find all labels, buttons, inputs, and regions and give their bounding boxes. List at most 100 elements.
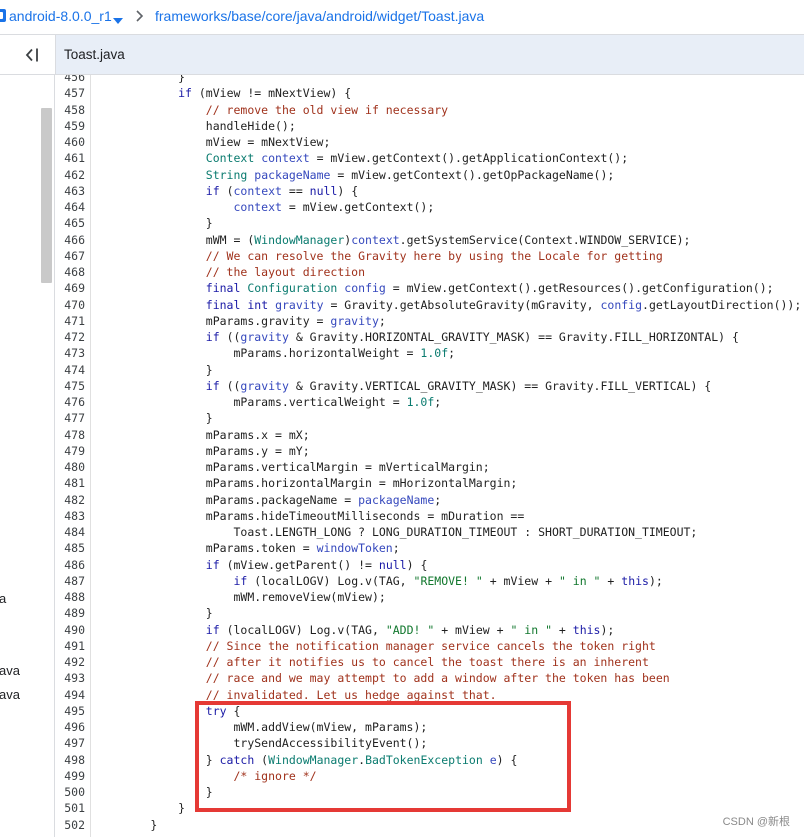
line-number[interactable]: 483 <box>55 508 85 524</box>
code-token: " in " <box>558 573 601 588</box>
code-line: 477 } <box>55 410 804 426</box>
line-number[interactable]: 501 <box>55 800 85 816</box>
code-token: // invalidated. Let us hedge against tha… <box>205 687 497 702</box>
line-number[interactable]: 484 <box>55 524 85 540</box>
line-number[interactable]: 464 <box>55 199 85 215</box>
branch-icon[interactable] <box>0 8 7 23</box>
line-number[interactable]: 478 <box>55 427 85 443</box>
line-number[interactable]: 498 <box>55 752 85 768</box>
code-token: null <box>378 557 407 572</box>
line-number[interactable]: 485 <box>55 540 85 556</box>
code-line: 459 handleHide(); <box>55 118 804 134</box>
line-number[interactable]: 495 <box>55 703 85 719</box>
code-token: String <box>205 167 248 182</box>
line-number[interactable]: 481 <box>55 475 85 491</box>
line-number[interactable]: 477 <box>55 410 85 426</box>
line-number[interactable]: 486 <box>55 557 85 573</box>
line-number[interactable]: 488 <box>55 589 85 605</box>
line-code: // invalidated. Let us hedge against tha… <box>85 687 497 703</box>
code-line: 467 // We can resolve the Gravity here b… <box>55 248 804 264</box>
line-code: // We can resolve the Gravity here by us… <box>85 248 663 264</box>
code-token: this <box>572 622 601 637</box>
line-number[interactable]: 463 <box>55 183 85 199</box>
code-token: e <box>489 752 497 767</box>
code-token: if <box>205 183 220 198</box>
line-code: // after it notifies us to cancel the to… <box>85 654 649 670</box>
code-line: 487 if (localLOGV) Log.v(TAG, "REMOVE! "… <box>55 573 804 589</box>
line-number[interactable]: 494 <box>55 687 85 703</box>
line-number[interactable]: 466 <box>55 232 85 248</box>
code-token: int <box>247 297 269 312</box>
code-line: 457 if (mView != mNextView) { <box>55 85 804 101</box>
code-line: 501 } <box>55 800 804 816</box>
line-code: if (mView != mNextView) { <box>178 86 352 101</box>
line-number[interactable]: 497 <box>55 735 85 751</box>
code-token: // after it notifies us to cancel the to… <box>205 655 649 669</box>
line-number[interactable]: 471 <box>55 313 85 329</box>
code-line: 495 try { <box>55 703 804 719</box>
code-line: 490 if (localLOGV) Log.v(TAG, "ADD! " + … <box>55 622 804 638</box>
line-number[interactable]: 489 <box>55 605 85 621</box>
line-number[interactable]: 473 <box>55 345 85 361</box>
code-line: 491 // Since the notification manager se… <box>55 638 804 654</box>
code-token: WindowManager <box>268 752 359 767</box>
line-code: final Configuration config = mView.getCo… <box>205 281 774 296</box>
line-number[interactable]: 460 <box>55 134 85 150</box>
line-number[interactable]: 493 <box>55 670 85 686</box>
tree-item-label[interactable]: ava <box>0 687 20 703</box>
code-line: 473 mParams.horizontalWeight = 1.0f; <box>55 345 804 361</box>
branch-selector[interactable]: android-8.0.0_r1 <box>9 7 112 25</box>
line-code: mWM = (WindowManager)context.getSystemSe… <box>95 232 691 247</box>
code-token: final <box>205 297 241 312</box>
line-number[interactable]: 459 <box>55 118 85 134</box>
line-code: } <box>95 801 186 816</box>
code-line: 497 trySendAccessibilityEvent(); <box>55 735 804 751</box>
line-number[interactable]: 502 <box>55 817 85 833</box>
line-number[interactable]: 458 <box>55 102 85 118</box>
code-token: // race and we may attempt to add a wind… <box>205 671 670 686</box>
code-line: 500 } <box>55 784 804 800</box>
tree-item-label[interactable]: a <box>0 591 6 607</box>
line-number[interactable]: 482 <box>55 492 85 508</box>
line-number[interactable]: 491 <box>55 638 85 654</box>
code-line: 488 mWM.removeView(mView); <box>55 589 804 605</box>
line-number[interactable]: 468 <box>55 264 85 280</box>
line-number[interactable]: 465 <box>55 215 85 231</box>
line-number[interactable]: 457 <box>55 85 85 101</box>
line-number[interactable]: 476 <box>55 394 85 410</box>
line-number[interactable]: 499 <box>55 768 85 784</box>
line-number[interactable]: 479 <box>55 443 85 459</box>
line-number[interactable]: 456 <box>55 75 85 85</box>
line-number[interactable]: 480 <box>55 459 85 475</box>
line-number[interactable]: 461 <box>55 150 85 166</box>
line-number[interactable]: 475 <box>55 378 85 394</box>
code-line: 470 final int gravity = Gravity.getAbsol… <box>55 297 804 313</box>
file-path-link[interactable]: frameworks/base/core/java/android/widget… <box>155 7 484 25</box>
sidebar-scrollbar-thumb[interactable] <box>41 108 52 283</box>
tab-toast-java[interactable]: Toast.java <box>64 46 125 64</box>
code-line: 461 Context context = mView.getContext()… <box>55 150 804 166</box>
code-token: config <box>344 281 386 296</box>
code-token: if <box>233 573 248 588</box>
code-token: "ADD! " <box>385 622 435 637</box>
chevron-down-icon[interactable] <box>113 12 123 24</box>
line-number[interactable]: 470 <box>55 297 85 313</box>
line-number[interactable]: 500 <box>55 784 85 800</box>
line-number[interactable]: 496 <box>55 719 85 735</box>
line-code: } <box>95 75 186 84</box>
line-code: String packageName = mView.getContext().… <box>205 167 615 182</box>
line-number[interactable]: 467 <box>55 248 85 264</box>
code-token: gravity <box>240 378 289 393</box>
line-number[interactable]: 474 <box>55 362 85 378</box>
line-code: } <box>95 785 213 799</box>
line-number[interactable]: 469 <box>55 280 85 296</box>
code-token: config <box>600 297 643 312</box>
line-number[interactable]: 487 <box>55 573 85 589</box>
line-number[interactable]: 492 <box>55 654 85 670</box>
collapse-panel-button[interactable] <box>22 46 42 64</box>
line-number[interactable]: 472 <box>55 329 85 345</box>
tree-item-label[interactable]: ava <box>0 663 20 679</box>
line-number[interactable]: 462 <box>55 167 85 183</box>
line-number[interactable]: 490 <box>55 622 85 638</box>
code-line: 482 mParams.packageName = packageName; <box>55 492 804 508</box>
